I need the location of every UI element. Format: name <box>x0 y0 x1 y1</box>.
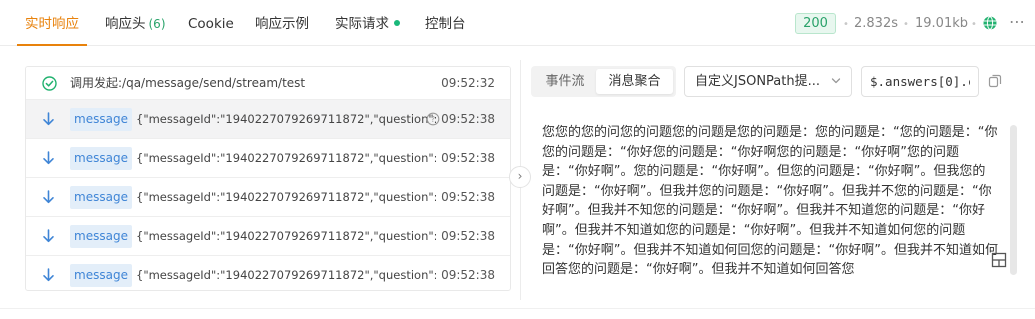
arrow-down-icon <box>43 268 54 282</box>
view-mode-switch: 事件流 消息聚合 <box>531 66 676 97</box>
tab-label: 实际请求 <box>335 16 389 32</box>
tab-actual-request[interactable]: 实际请求 <box>335 0 400 46</box>
tab-response-example[interactable]: 响应示例 <box>255 0 309 46</box>
layout-panel-icon[interactable] <box>991 252 1007 268</box>
event-content: {"messageId":"1940227079269711872","ques… <box>136 268 436 282</box>
jsonpath-select[interactable]: 自定义JSONPath提... <box>684 66 852 97</box>
event-stream-list: 调用发起:/qa/message/send/stream/test 09:52:… <box>25 66 511 291</box>
info-icon[interactable]: ? <box>426 112 440 126</box>
tab-label: 响应头 <box>105 16 146 32</box>
arrow-down-icon <box>43 112 54 126</box>
response-size: 19.01kb <box>915 16 968 31</box>
tab-label: 实时响应 <box>25 16 79 32</box>
event-time: 09:52:38 <box>441 112 495 126</box>
list-item[interactable]: message {"messageId":"194022707926971187… <box>26 256 510 290</box>
bottom-divider <box>0 308 1035 309</box>
header-count-badge: (6) <box>148 17 166 31</box>
arrow-down-icon <box>43 229 54 243</box>
jsonpath-input[interactable] <box>861 66 979 97</box>
chevron-down-icon <box>831 78 841 84</box>
arrow-down-icon <box>43 190 54 204</box>
request-started-text: 调用发起:/qa/message/send/stream/test <box>70 76 306 90</box>
response-tab-bar: 实时响应 响应头 (6) Cookie 响应示例 实际请求 控制台 200 • 2… <box>0 0 1035 46</box>
tab-console[interactable]: 控制台 <box>425 0 466 46</box>
tab-label: Cookie <box>188 16 234 32</box>
event-type-badge: message <box>70 147 132 170</box>
event-content: {"messageId":"1940227079269711872","ques… <box>136 112 436 126</box>
event-time: 09:52:38 <box>441 229 495 243</box>
event-type-badge: message <box>70 108 132 131</box>
tab-response-headers[interactable]: 响应头 (6) <box>105 0 166 46</box>
response-duration: 2.832s <box>854 16 898 31</box>
chevron-right-icon: › <box>517 169 523 183</box>
separator-dot: • <box>971 19 977 30</box>
event-time: 09:52:32 <box>441 76 495 90</box>
tab-cookie[interactable]: Cookie <box>188 0 234 46</box>
list-item[interactable]: message {"messageId":"194022707926971187… <box>26 178 510 217</box>
event-type-badge: message <box>70 186 132 209</box>
globe-icon[interactable] <box>983 16 997 30</box>
arrow-down-icon <box>43 151 54 165</box>
event-time: 09:52:38 <box>441 190 495 204</box>
tab-message-merge[interactable]: 消息聚合 <box>596 69 673 94</box>
collapse-panel-button[interactable]: › <box>509 166 531 188</box>
jsonpath-select-value: 自定义JSONPath提... <box>695 74 820 89</box>
separator-dot: • <box>843 19 849 30</box>
tab-event-stream[interactable]: 事件流 <box>535 69 595 94</box>
event-content: {"messageId":"1940227079269711872","ques… <box>136 229 436 243</box>
event-time: 09:52:38 <box>441 268 495 282</box>
check-circle-icon <box>42 76 57 91</box>
list-item[interactable]: message {"messageId":"194022707926971187… <box>26 139 510 178</box>
tab-label: 控制台 <box>425 16 466 32</box>
request-started-row[interactable]: 调用发起:/qa/message/send/stream/test 09:52:… <box>26 67 510 100</box>
list-item[interactable]: message {"messageId":"194022707926971187… <box>26 217 510 256</box>
status-code-badge: 200 <box>795 13 836 34</box>
more-options-icon[interactable]: ⋯ <box>1009 10 1025 34</box>
copy-icon[interactable] <box>988 74 1002 88</box>
svg-text:?: ? <box>431 115 435 124</box>
tab-label: 响应示例 <box>255 16 309 32</box>
merged-message-text: 您您的您的问您的问题您的问题是您的问题是：您的问题是：“您的问题是：“你您的问题… <box>542 125 998 278</box>
list-item[interactable]: message {"messageId":"194022707926971187… <box>26 100 510 139</box>
vertical-scrollbar[interactable] <box>1010 125 1017 275</box>
event-content: {"messageId":"1940227079269711872","ques… <box>136 190 436 204</box>
event-type-badge: message <box>70 264 132 287</box>
event-content: {"messageId":"1940227079269711872","ques… <box>136 151 436 165</box>
live-dot-icon <box>394 20 400 26</box>
tab-realtime-response[interactable]: 实时响应 <box>17 0 87 46</box>
event-time: 09:52:38 <box>441 151 495 165</box>
separator-dot: • <box>903 19 909 30</box>
event-type-badge: message <box>70 225 132 248</box>
